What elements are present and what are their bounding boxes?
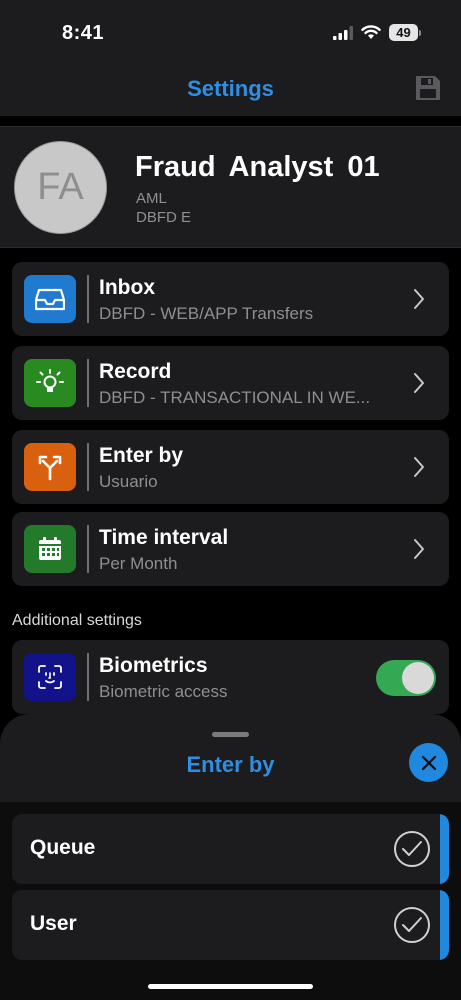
wifi-icon [361, 25, 381, 39]
checkmark-circle-icon [394, 907, 430, 943]
option-label: Queue [30, 836, 96, 859]
option-accent-bar [440, 814, 449, 884]
bottom-sheet: Enter by Queue User [0, 714, 461, 1000]
nav-bar: Settings [0, 62, 461, 116]
menu-item-subtitle: DBFD - TRANSACTIONAL IN WE... [99, 388, 371, 407]
fork-arrows-icon [24, 443, 76, 491]
checkmark-circle-icon [394, 831, 430, 867]
status-time: 8:41 [62, 22, 105, 44]
profile-unit: DBFD E [136, 209, 192, 226]
menu-item-title: Enter by [99, 444, 184, 467]
menu-item-enter-by[interactable]: Enter by Usuario [12, 430, 449, 504]
toggle-knob [402, 662, 434, 694]
biometrics-row: Biometrics Biometric access [12, 640, 449, 714]
menu-item-record[interactable]: Record DBFD - TRANSACTIONAL IN WE... [12, 346, 449, 420]
calendar-icon [24, 525, 76, 573]
status-bar: 8:41 49 [0, 0, 461, 62]
menu-item-subtitle: Per Month [99, 554, 178, 573]
chevron-right-icon [414, 373, 424, 393]
save-button[interactable] [413, 73, 443, 103]
option-user[interactable]: User [12, 890, 449, 960]
sheet-header: Enter by [0, 714, 461, 802]
menu-item-inbox[interactable]: Inbox DBFD - WEB/APP Transfers [12, 262, 449, 336]
biometrics-toggle[interactable] [376, 660, 436, 696]
chevron-right-icon [414, 289, 424, 309]
avatar: FA [14, 141, 107, 234]
status-icons: 49 [333, 24, 421, 41]
battery-level: 49 [389, 24, 418, 41]
sheet-drag-handle[interactable] [212, 732, 249, 737]
profile-name: Fraud Analyst 01 [135, 151, 380, 183]
lightbulb-icon [24, 359, 76, 407]
page-title: Settings [187, 76, 274, 101]
inbox-tray-icon [24, 275, 76, 323]
option-queue[interactable]: Queue [12, 814, 449, 884]
section-label-additional: Additional settings [12, 612, 142, 629]
option-label: User [30, 912, 77, 935]
menu-item-time-interval[interactable]: Time interval Per Month [12, 512, 449, 586]
face-id-icon [24, 653, 76, 701]
menu-item-subtitle: Usuario [99, 472, 158, 491]
menu-item-title: Time interval [99, 526, 229, 549]
close-button[interactable] [409, 743, 448, 782]
close-icon [421, 755, 436, 770]
chevron-right-icon [414, 539, 424, 559]
cellular-signal-icon [333, 25, 353, 40]
menu-item-title: Record [99, 360, 172, 383]
menu-item-title: Inbox [99, 276, 155, 299]
floppy-disk-icon [416, 76, 440, 100]
sheet-title: Enter by [186, 752, 275, 777]
home-indicator [148, 984, 313, 989]
option-accent-bar [440, 890, 449, 960]
profile-role: AML [136, 190, 167, 207]
chevron-right-icon [414, 457, 424, 477]
biometrics-subtitle: Biometric access [99, 682, 228, 701]
menu-item-subtitle: DBFD - WEB/APP Transfers [99, 304, 314, 323]
biometrics-title: Biometrics [99, 654, 208, 677]
battery-icon: 49 [389, 24, 421, 41]
profile-card: FA Fraud Analyst 01 AML DBFD E [0, 126, 461, 248]
